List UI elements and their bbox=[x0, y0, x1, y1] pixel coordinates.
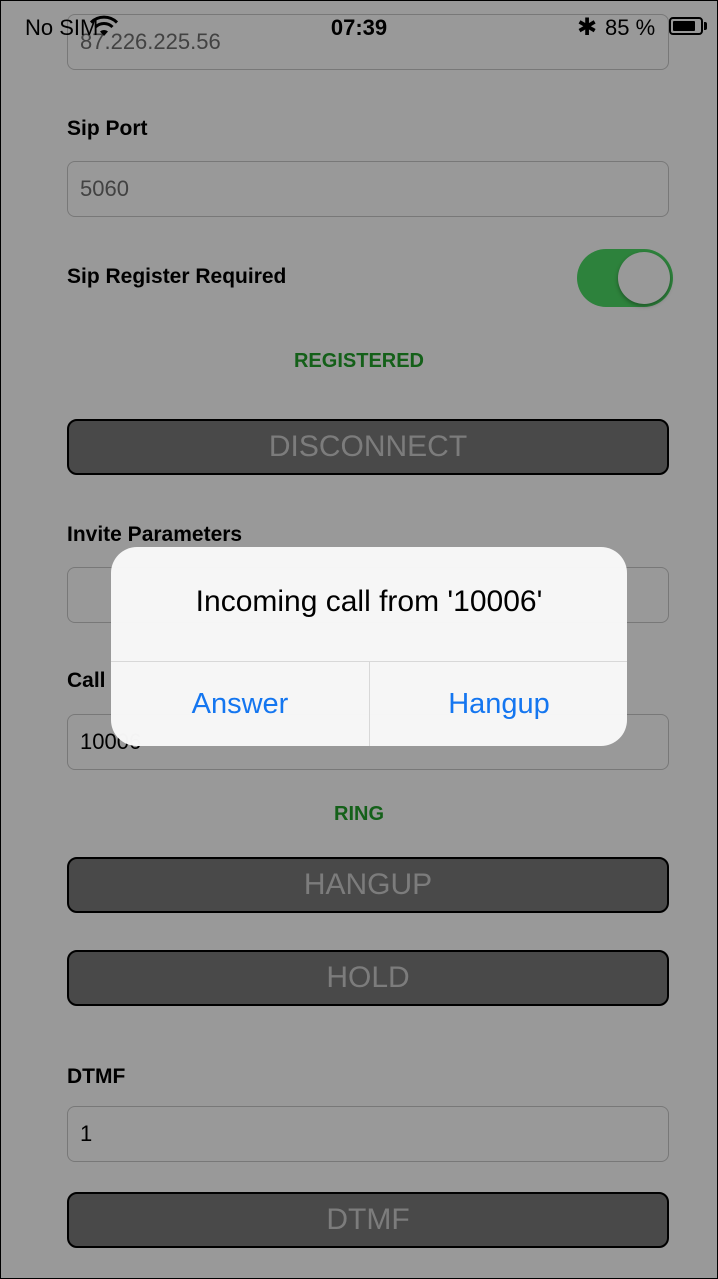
alert-title: Incoming call from '10006' bbox=[195, 585, 543, 618]
app-screen: No SIM 07:39 ✱ 85 % 87.226.225.56 Sip Po… bbox=[0, 0, 718, 1279]
battery-level bbox=[673, 21, 695, 31]
battery-tip bbox=[704, 22, 707, 30]
battery-icon bbox=[669, 17, 703, 35]
status-bar: No SIM 07:39 ✱ 85 % bbox=[1, 1, 717, 45]
alert-hangup-button[interactable]: Hangup bbox=[370, 662, 627, 746]
answer-button[interactable]: Answer bbox=[111, 662, 369, 746]
battery-percent: 85 % bbox=[605, 15, 656, 40]
bluetooth-icon: ✱ bbox=[577, 14, 598, 41]
incoming-call-alert: Incoming call from '10006' Answer Hangup bbox=[111, 547, 627, 746]
